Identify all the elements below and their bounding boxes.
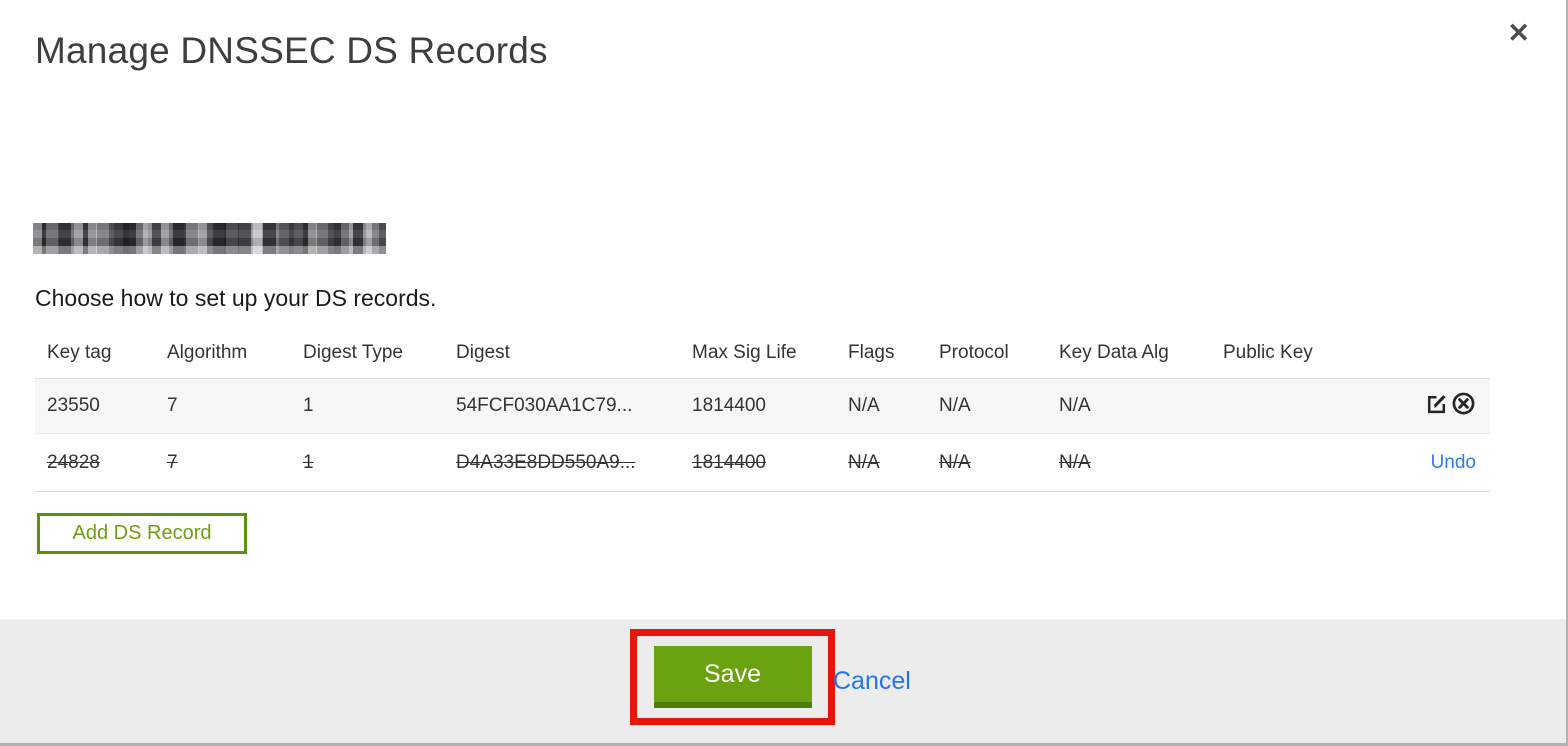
col-header-max-sig-life: Max Sig Life bbox=[680, 330, 836, 379]
cell-key-tag: 23550 bbox=[47, 395, 100, 416]
table-row-deleted: 24828 7 1 D4A33E8DD550A9... 1814400 N/A … bbox=[35, 433, 1490, 492]
cell-algorithm: 7 bbox=[167, 451, 178, 473]
cell-key-data-alg: N/A bbox=[1059, 451, 1091, 473]
col-header-actions bbox=[1384, 330, 1490, 379]
row-actions bbox=[1384, 379, 1490, 434]
col-header-flags: Flags bbox=[836, 330, 927, 379]
cell-max-sig-life: 1814400 bbox=[692, 451, 766, 473]
instruction-text: Choose how to set up your DS records. bbox=[35, 285, 437, 311]
cell-max-sig-life: 1814400 bbox=[692, 395, 766, 416]
cell-key-tag: 24828 bbox=[47, 451, 100, 473]
ds-records-table: Key tag Algorithm Digest Type Digest Max… bbox=[35, 330, 1490, 492]
redacted-domain-name bbox=[33, 223, 386, 254]
col-header-protocol: Protocol bbox=[927, 330, 1047, 379]
col-header-digest: Digest bbox=[444, 330, 680, 379]
cell-digest-type: 1 bbox=[303, 395, 314, 416]
modal-footer: Save Cancel bbox=[0, 619, 1566, 743]
cancel-link[interactable]: Cancel bbox=[833, 667, 911, 696]
cell-public-key bbox=[1211, 379, 1384, 434]
col-header-key-tag: Key tag bbox=[35, 330, 155, 379]
cell-flags: N/A bbox=[848, 395, 880, 416]
table-header-row: Key tag Algorithm Digest Type Digest Max… bbox=[35, 330, 1490, 379]
page-title: Manage DNSSEC DS Records bbox=[35, 30, 548, 71]
cell-protocol: N/A bbox=[939, 395, 971, 416]
cell-algorithm: 7 bbox=[167, 395, 178, 416]
manage-dnssec-modal: Manage DNSSEC DS Records ✕ Choose how to… bbox=[0, 0, 1568, 746]
undo-link[interactable]: Undo bbox=[1431, 452, 1476, 473]
cell-digest: 54FCF030AA1C79... bbox=[456, 395, 633, 416]
edit-icon[interactable] bbox=[1424, 391, 1449, 416]
col-header-algorithm: Algorithm bbox=[155, 330, 291, 379]
cell-key-data-alg: N/A bbox=[1059, 395, 1091, 416]
table-row: 23550 7 1 54FCF030AA1C79... 1814400 N/A … bbox=[35, 378, 1490, 434]
col-header-key-data-alg: Key Data Alg bbox=[1047, 330, 1211, 379]
cell-digest-type: 1 bbox=[303, 451, 314, 473]
cell-protocol: N/A bbox=[939, 451, 971, 473]
col-header-public-key: Public Key bbox=[1211, 330, 1384, 379]
close-icon[interactable]: ✕ bbox=[1507, 20, 1530, 47]
cell-public-key bbox=[1211, 434, 1384, 492]
add-ds-record-button[interactable]: Add DS Record bbox=[37, 513, 247, 554]
save-button[interactable]: Save bbox=[653, 646, 812, 708]
col-header-digest-type: Digest Type bbox=[291, 330, 444, 379]
delete-icon[interactable] bbox=[1451, 391, 1476, 416]
annotation-highlight-rect: Save bbox=[630, 629, 835, 725]
cell-digest: D4A33E8DD550A9... bbox=[456, 451, 636, 473]
cell-flags: N/A bbox=[848, 451, 880, 473]
row-actions: Undo bbox=[1384, 434, 1490, 492]
